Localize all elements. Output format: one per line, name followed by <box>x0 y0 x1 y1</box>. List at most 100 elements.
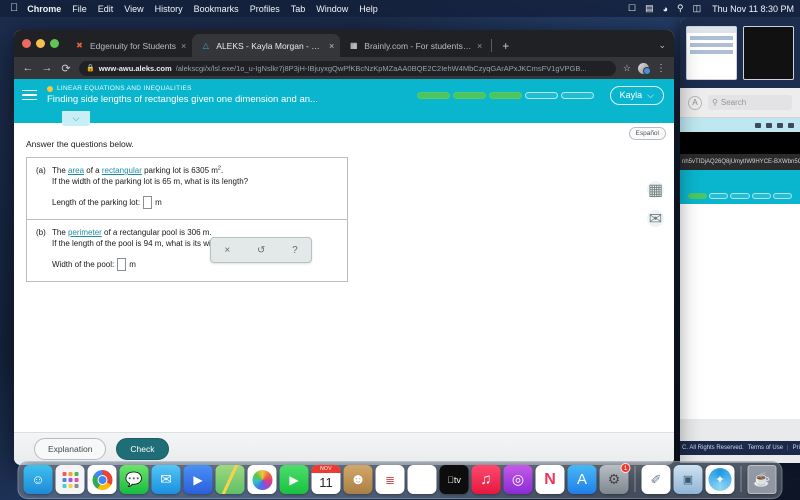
browser-tab-brainly[interactable]: ▦ Brainly.com - For students. By × <box>340 34 488 57</box>
user-menu-button[interactable]: Kayla ⌵ <box>609 85 664 105</box>
rectangular-glossary-link[interactable]: rectangular <box>102 166 142 175</box>
new-tab-button[interactable]: + <box>495 39 516 57</box>
dock-item-trash[interactable]: ☕ <box>747 465 777 494</box>
tab-close-icon[interactable]: × <box>477 41 482 51</box>
dock-item-facetime[interactable]: ▶ <box>183 465 213 497</box>
dock-item-app-store[interactable]: A <box>567 465 597 494</box>
dock-item-system-preferences[interactable]: ⚙ 1 <box>599 463 631 494</box>
apple-tv-icon: tv <box>439 465 469 494</box>
battery-icon[interactable]: ▤ <box>645 3 654 14</box>
browser-tab-edgenuity[interactable]: ✖ Edgenuity for Students × <box>66 34 192 57</box>
background-window-teal-header <box>680 170 800 188</box>
dock-item-notes[interactable] <box>407 465 437 497</box>
url-path: /alekscgi/x/lsl.exe/1o_u-IgNslkr7j8P3jH-… <box>175 63 587 73</box>
app-store-icon: A <box>567 465 597 494</box>
menu-item-history[interactable]: History <box>155 4 183 14</box>
control-center-icon[interactable]: ◫ <box>693 3 702 14</box>
maximize-window-button[interactable] <box>50 39 59 48</box>
dock-item-tv[interactable]: tv <box>439 465 469 494</box>
dock-item-chrome[interactable] <box>87 465 117 497</box>
answer-input-b[interactable] <box>117 258 127 272</box>
profile-avatar[interactable] <box>638 62 651 75</box>
mail-icon[interactable]: ✉ <box>647 210 664 228</box>
dock-item-photos[interactable] <box>247 465 277 494</box>
finder-icon: ☺ <box>23 465 53 494</box>
dock-item-contacts[interactable]: ☻ <box>343 465 373 494</box>
browser-toolbar: ← → ⟳ 🔒 www-awu.aleks.com /alekscgi/x/ls… <box>14 57 674 79</box>
undo-button[interactable]: ↺ <box>257 245 265 256</box>
menu-item-view[interactable]: View <box>124 4 143 14</box>
dock-item-mail[interactable]: ✉ <box>151 465 181 497</box>
collapse-header-button[interactable]: ⌵ <box>62 111 90 126</box>
dock-item-calendar[interactable]: NOV 11 <box>311 465 341 494</box>
perimeter-glossary-link[interactable]: perimeter <box>68 228 102 237</box>
menu-item-chrome[interactable]: Chrome <box>27 4 61 14</box>
dock-item-text-edit[interactable]: ✐ <box>641 465 671 494</box>
dock-item-podcasts[interactable]: ◎ <box>503 465 533 494</box>
menu-item-help[interactable]: Help <box>359 4 378 14</box>
hamburger-menu-icon[interactable] <box>22 87 37 104</box>
reload-button[interactable]: ⟳ <box>60 62 72 75</box>
help-button[interactable]: ? <box>292 245 298 256</box>
background-window-toolbar: A ⚲ Search <box>680 88 800 118</box>
menu-item-profiles[interactable]: Profiles <box>250 4 280 14</box>
forward-button[interactable]: → <box>41 62 53 74</box>
wifi-icon[interactable]: ◕ <box>663 4 668 14</box>
bookmark-star-icon[interactable]: ☆ <box>623 63 631 74</box>
menu-item-tab[interactable]: Tab <box>291 4 306 14</box>
background-window-dark-strip <box>680 132 800 154</box>
dock-item-music[interactable]: ♫ <box>471 465 501 497</box>
menu-bar-clock[interactable]: Thu Nov 11 8:30 PM <box>712 4 794 14</box>
dock-item-facetime-video[interactable]: ▶ <box>279 465 309 494</box>
back-button[interactable]: ← <box>22 62 34 74</box>
profile-circle-icon[interactable]: A <box>688 95 702 110</box>
address-bar[interactable]: 🔒 www-awu.aleks.com /alekscgi/x/lsl.exe/… <box>79 60 616 76</box>
window-thumbnail[interactable] <box>686 26 737 80</box>
answer-input-a[interactable] <box>143 196 153 210</box>
close-window-button[interactable] <box>22 39 31 48</box>
privacy-center-link[interactable]: Privacy Center <box>793 445 800 451</box>
window-thumbnail[interactable] <box>743 26 794 80</box>
screen-recording-icon[interactable]: ☐ <box>628 3 636 14</box>
question-second-line: If the width of the parking lot is 65 m,… <box>52 177 249 187</box>
clear-button[interactable]: × <box>224 245 230 256</box>
tab-title: Brainly.com - For students. By <box>364 40 473 51</box>
dock-item-safari[interactable]: ✦ <box>705 465 735 494</box>
maps-icon <box>215 465 245 494</box>
check-button[interactable]: Check <box>116 438 169 460</box>
tab-close-icon[interactable]: × <box>329 41 334 51</box>
question-text-pre: The <box>52 228 69 238</box>
menu-item-window[interactable]: Window <box>316 4 348 14</box>
tab-search-chevron-icon[interactable]: ⌄ <box>650 40 674 57</box>
minimize-window-button[interactable] <box>36 39 45 48</box>
calculator-icon[interactable]: ▦ <box>647 181 664 199</box>
browser-tab-aleks[interactable]: △ ALEKS - Kayla Morgan - Learn × <box>192 34 341 57</box>
dock-item-news[interactable]: N <box>535 465 565 494</box>
apple-icon[interactable]:  <box>10 3 18 14</box>
menu-item-file[interactable]: File <box>72 4 87 14</box>
area-glossary-link[interactable]: area <box>68 166 84 175</box>
breadcrumb: LINEAR EQUATIONS AND INEQUALITIES <box>47 85 417 92</box>
aleks-header-text: LINEAR EQUATIONS AND INEQUALITIES Findin… <box>47 85 417 105</box>
dock-item-preview[interactable]: ▣ <box>673 465 703 497</box>
dock-item-maps[interactable] <box>215 465 245 494</box>
preview-icon: ▣ <box>673 465 703 494</box>
menu-item-edit[interactable]: Edit <box>98 4 114 14</box>
search-icon[interactable]: ⚲ <box>677 3 684 14</box>
menu-item-bookmarks[interactable]: Bookmarks <box>194 4 239 14</box>
background-window[interactable]: A ⚲ Search nh5vTIDjAQ26Q8jUmytIW9HYCE-BX… <box>680 18 800 463</box>
espanol-toggle-button[interactable]: Español <box>628 127 666 140</box>
dock-item-messages[interactable]: 💬 <box>119 465 149 494</box>
chrome-browser-window[interactable]: ✖ Edgenuity for Students × △ ALEKS - Kay… <box>14 30 674 465</box>
terms-of-use-link[interactable]: Terms of Use <box>748 445 783 451</box>
kebab-menu-icon[interactable]: ⋮ <box>656 63 666 74</box>
dock-item-launchpad[interactable] <box>55 465 85 494</box>
explanation-button[interactable]: Explanation <box>34 438 107 460</box>
dock-item-reminders[interactable]: ≣ <box>375 465 405 494</box>
podcasts-icon: ◎ <box>503 465 533 494</box>
dock-item-finder[interactable]: ☺ <box>23 465 53 497</box>
window-traffic-lights[interactable] <box>22 30 66 57</box>
question-text-post: parking lot is 6305 m <box>141 166 218 175</box>
tab-close-icon[interactable]: × <box>181 41 186 51</box>
background-search-field[interactable]: ⚲ Search <box>708 95 792 110</box>
